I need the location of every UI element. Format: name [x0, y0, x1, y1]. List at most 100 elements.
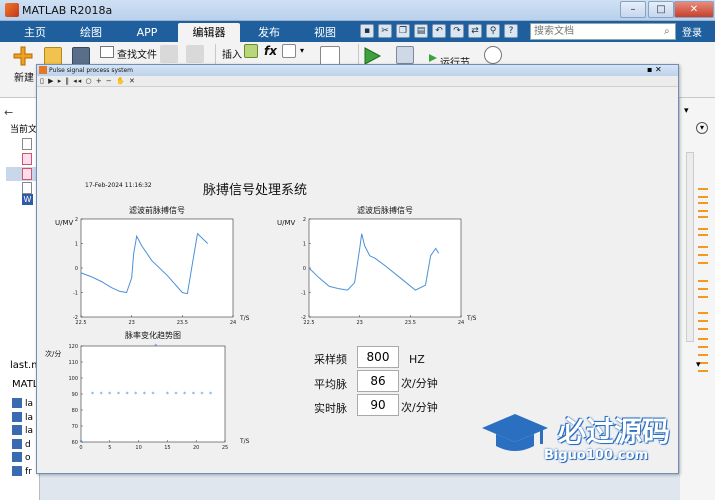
data-point: *: [200, 391, 203, 398]
warning-mark[interactable]: [698, 338, 708, 340]
cut-icon[interactable]: ✂: [378, 24, 392, 38]
warning-mark[interactable]: [698, 196, 708, 198]
mfile-icon[interactable]: [22, 168, 32, 180]
warning-mark[interactable]: [698, 370, 708, 372]
find-files-button[interactable]: 查找文件: [117, 46, 157, 61]
window-title: MATLAB R2018a: [22, 4, 113, 17]
copy-icon[interactable]: ❐: [396, 24, 410, 38]
open-folder-icon[interactable]: [44, 47, 62, 65]
data-point: *: [80, 439, 83, 446]
data-point: *: [166, 391, 169, 398]
tab-view[interactable]: 视图: [300, 23, 350, 42]
file-icon[interactable]: [22, 138, 32, 150]
current-folder-label: 当前文: [10, 125, 38, 135]
login-link[interactable]: 登录: [682, 24, 702, 39]
minimize-button[interactable]: –: [620, 1, 646, 18]
warning-mark[interactable]: [698, 188, 708, 190]
y-tick-label: -2: [301, 315, 306, 321]
print-icon[interactable]: [186, 45, 204, 63]
insert-section-icon[interactable]: [244, 44, 258, 58]
save-icon[interactable]: ▪: [360, 24, 374, 38]
warning-mark[interactable]: [698, 328, 708, 330]
plot-area: [80, 218, 234, 318]
go-to-icon[interactable]: [320, 46, 340, 66]
tab-home[interactable]: 主页: [10, 23, 60, 42]
chart-title: 脉率变化趋势图: [125, 330, 181, 340]
warning-mark[interactable]: [698, 202, 708, 204]
warning-mark[interactable]: [698, 346, 708, 348]
close-button[interactable]: ✕: [674, 1, 714, 18]
insert-button[interactable]: 插入: [222, 46, 242, 61]
paste-icon[interactable]: ▤: [414, 24, 428, 38]
x-tick-label: 20: [193, 445, 199, 451]
comment-icon[interactable]: [282, 44, 296, 58]
new-file-icon[interactable]: [12, 45, 34, 67]
run-advance-icon[interactable]: [396, 46, 414, 64]
collapse-icon[interactable]: ▾: [684, 106, 689, 116]
title-bar: MATLAB R2018a – □ ✕: [0, 0, 715, 21]
find-files-icon[interactable]: [100, 46, 114, 58]
list-item[interactable]: la: [12, 411, 33, 426]
y-axis-label: U/MV: [55, 219, 74, 227]
tab-editor[interactable]: 编辑器: [178, 23, 240, 42]
warning-mark[interactable]: [698, 210, 708, 212]
tab-publish[interactable]: 发布: [244, 23, 294, 42]
save-file-icon[interactable]: [72, 47, 90, 65]
warning-mark[interactable]: [698, 216, 708, 218]
data-point: *: [192, 391, 195, 398]
list-item[interactable]: la: [12, 398, 33, 412]
data-point: *: [183, 391, 186, 398]
undo-icon[interactable]: ↶: [432, 24, 446, 38]
search-icon[interactable]: ⌕: [664, 26, 670, 37]
rt-pulse-field[interactable]: 90: [357, 394, 399, 416]
list-item[interactable]: fr: [12, 465, 33, 480]
matlab-logo-icon: [5, 3, 19, 17]
dropdown-arrow-icon[interactable]: ▾: [300, 46, 304, 55]
data-point: *: [117, 391, 120, 398]
x-tick-label: 5: [108, 445, 111, 451]
avg-pulse-field[interactable]: 86: [357, 370, 399, 392]
search-docs-input[interactable]: 搜索文档: [530, 23, 676, 40]
warning-mark[interactable]: [698, 262, 708, 264]
tab-plots[interactable]: 绘图: [66, 23, 116, 42]
x-tick-label: 23: [128, 320, 134, 326]
file-icon[interactable]: [22, 182, 32, 194]
dropdown-arrow-icon[interactable]: ▾: [696, 360, 701, 370]
word-doc-icon[interactable]: W: [22, 194, 33, 205]
run-time-icon[interactable]: [484, 46, 502, 64]
search-small-icon[interactable]: ⚲: [486, 24, 500, 38]
new-button-label[interactable]: 新建: [14, 69, 34, 84]
y-tick-label: -1: [73, 291, 78, 297]
y-axis-label: U/MV: [277, 219, 296, 227]
warning-mark[interactable]: [698, 228, 708, 230]
warning-mark[interactable]: [698, 280, 708, 282]
redo-icon[interactable]: ↷: [450, 24, 464, 38]
watermark-en-text: Biguo100.com: [544, 448, 649, 463]
switch-windows-icon[interactable]: ⇄: [468, 24, 482, 38]
x-axis-label: T/S: [239, 438, 250, 445]
compare-icon[interactable]: [160, 45, 178, 63]
back-arrow-icon[interactable]: ←: [4, 106, 13, 119]
fx-button[interactable]: fx: [264, 44, 277, 58]
warning-mark[interactable]: [698, 288, 708, 290]
data-point: *: [152, 391, 155, 398]
warning-mark[interactable]: [698, 312, 708, 314]
sample-rate-field[interactable]: 800: [357, 346, 399, 368]
help-icon[interactable]: ?: [504, 24, 518, 38]
warning-mark[interactable]: [698, 234, 708, 236]
mfile-icon[interactable]: [22, 153, 32, 165]
tab-apps[interactable]: APP: [122, 23, 172, 42]
scrollbar[interactable]: [686, 152, 694, 342]
maximize-button[interactable]: □: [648, 1, 674, 18]
chart-title: 滤波前脉搏信号: [129, 205, 185, 215]
list-item[interactable]: la: [12, 425, 33, 439]
options-icon[interactable]: ▾: [696, 122, 708, 134]
list-item[interactable]: d: [12, 438, 33, 453]
warning-mark[interactable]: [698, 246, 708, 248]
warning-mark[interactable]: [698, 354, 708, 356]
warning-mark[interactable]: [698, 320, 708, 322]
x-tick-label: 15: [164, 445, 170, 451]
warning-mark[interactable]: [698, 296, 708, 298]
warning-mark[interactable]: [698, 254, 708, 256]
list-item[interactable]: o: [12, 452, 33, 466]
